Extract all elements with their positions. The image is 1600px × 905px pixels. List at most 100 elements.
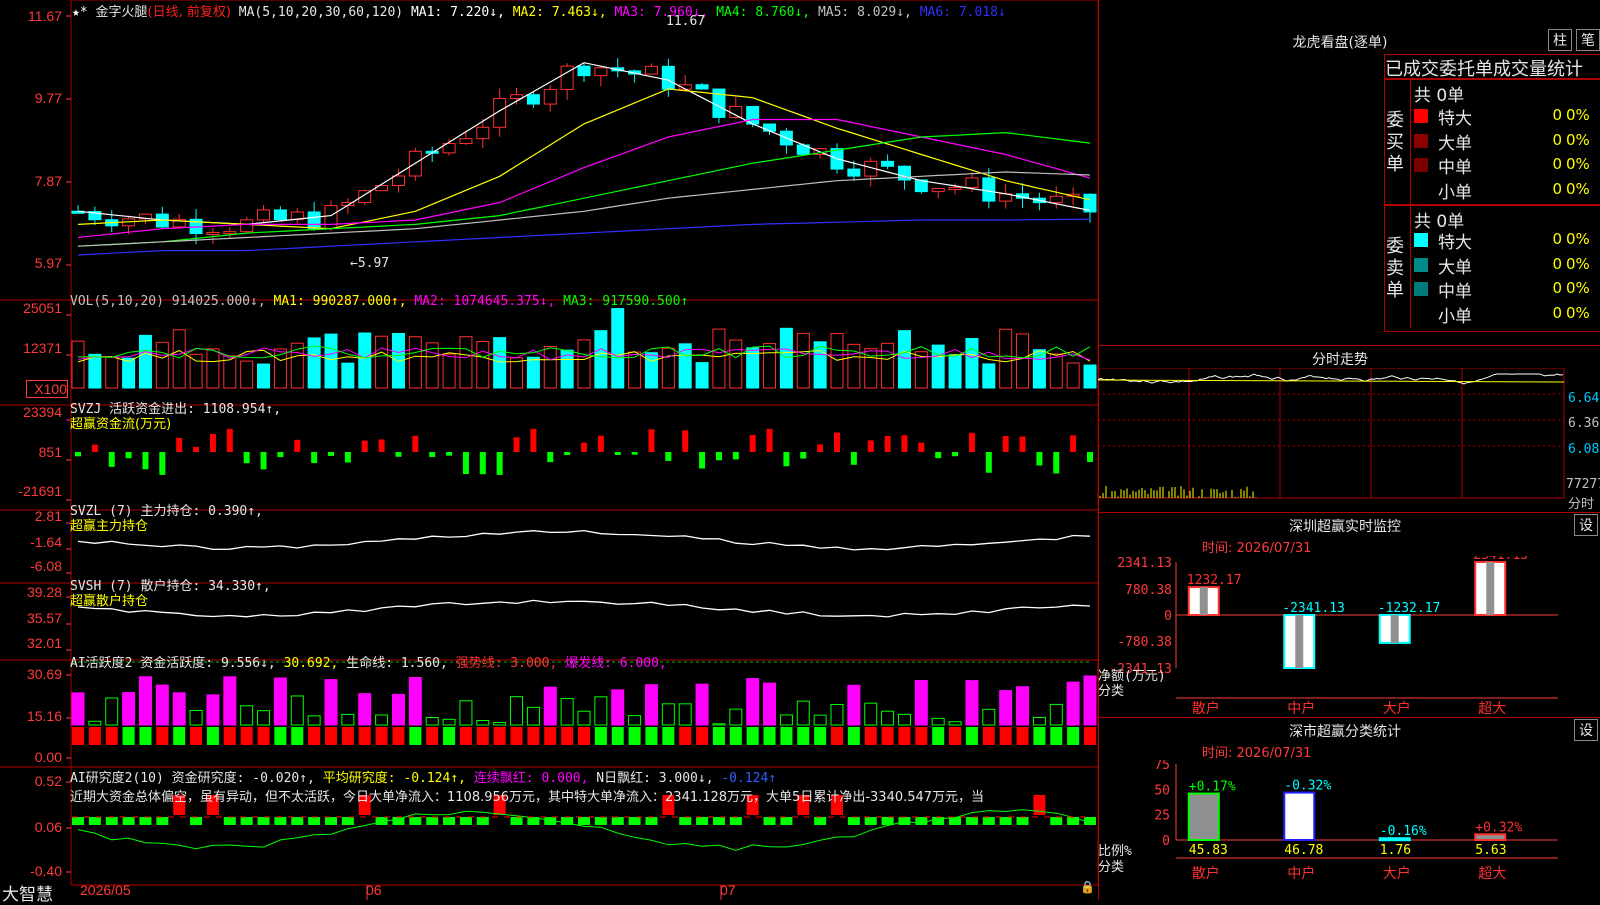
candle-body [476,126,490,140]
fund-flow-bar [361,440,368,452]
classify-change-label: -0.16% [1380,824,1427,839]
volume-bar [257,363,271,389]
ai-research-bar [696,817,709,825]
ai-active-bar [155,684,169,726]
volume-bar [982,363,996,389]
classify-value-label: 45.83 [1189,843,1228,858]
row-pct: 0% [1566,303,1590,322]
volume-bar [729,339,743,389]
ai-active-base [105,727,118,745]
fund-flow-bar [462,452,469,475]
ai-active-header-part-0: AI活跃度2 资金活跃度: 9.556↓, [70,656,276,671]
color-swatch [1414,158,1428,172]
volume-bar [1066,362,1080,389]
fund-flow-bar [749,435,756,452]
ai-active-base [476,727,489,745]
ma-spec: MA(5,10,20,30,60,120) [238,5,404,20]
color-swatch [1414,133,1428,148]
fund-flow-bar [142,452,149,470]
vol-header-part-3: MA3: 917590.500↑ [555,294,689,309]
intraday-tick-0: 6.64 [1568,391,1600,406]
fund-flow-bar [901,435,908,452]
fund-flow-bar [294,439,301,452]
ai-active-bar [442,718,456,726]
classify-change-label: -0.32% [1284,779,1331,794]
ai-active-base [999,727,1012,745]
ai-active-bar [813,714,827,726]
y-tick-vol-2: X100 [26,380,68,398]
classify-value-label: 5.63 [1475,843,1506,858]
monitor-y-tick: 0 [1164,609,1172,624]
volume-bar [1049,353,1063,389]
row-count: 0 [1552,303,1562,322]
lhb-stat-header[interactable]: 已成交委托单成交量统计 [1384,54,1600,80]
sz-classify-settings-button[interactable]: 设 [1574,719,1598,741]
candle-body [948,187,962,191]
volume-bar [594,330,608,389]
volume-bar [796,332,810,389]
fund-flow-bar [1087,452,1093,462]
classify-value-label: 1.76 [1380,843,1411,858]
ma-values: MA1: 7.220↓, MA2: 7.463↓, MA3: 7.960↓, M… [411,5,1006,20]
candle-body [763,123,777,132]
star-icon[interactable]: ★ [72,5,80,20]
classify-xlabel: 分类 [1098,860,1124,875]
ai-research-bar [325,817,337,825]
buy-row: 特大 0 0% [1414,104,1600,129]
volume-bar [442,353,456,389]
volume-bar [206,348,220,389]
classify-y-tick: 50 [1154,783,1170,798]
ai-active-bar [172,692,186,726]
ai-active-bar [425,717,439,726]
classify-top-border [1098,717,1600,718]
volume-bar [1083,364,1097,389]
ai-active-base [763,727,776,745]
ai-research-bar [763,817,776,825]
period-label: (日线, 前复权) [147,5,231,20]
volume-bar [105,356,119,389]
ai-active-bar [223,676,237,726]
volume-bar [172,329,186,389]
fund-flow-bar [479,452,486,475]
ai-active-bar [71,692,85,726]
volume-bar [510,357,524,389]
ai-research-bar [864,817,877,825]
volume-bar [493,337,507,389]
classify-ylabel: 比例% [1098,844,1132,859]
monitor-category-label: 中户 [1287,700,1315,714]
fund-flow-bar [1002,435,1009,452]
fund-flow-bar [985,452,992,473]
ma-line-MA2 [77,88,1091,230]
volume-bar [476,341,490,389]
monitor-top-border [1098,512,1600,513]
ai-active-bar [341,713,355,726]
kline-chart-area[interactable] [0,0,1098,900]
row-name: 大单 [1438,133,1472,154]
ai-research-bar [156,817,169,825]
ai-active-bar [307,715,321,726]
ai-active-bar [560,698,574,726]
volume-bar [88,353,102,389]
lock-icon[interactable]: 🔒 [1080,880,1095,894]
y-tick-svzj-2: -21691 [18,483,62,499]
ai-active-base [932,727,945,745]
monitor-value-label: 2341.13 [1473,556,1528,563]
volume-bar [712,328,726,389]
fund-flow-bar [715,452,722,461]
fund-flow-bar [328,452,334,456]
intraday-frame [1098,368,1565,499]
tick-view-button[interactable]: 笔 [1576,29,1600,51]
sz-monitor-settings-button[interactable]: 设 [1574,514,1598,536]
intraday-tick-1: 6.36 [1568,416,1600,431]
color-swatch [1414,257,1428,272]
row-count: 0 [1552,155,1562,173]
ai-research-bar [1016,817,1029,825]
fund-flow-bar [968,432,975,452]
intraday-chart[interactable] [1098,368,1600,510]
ai-active-base [88,727,101,745]
volume-bar [122,357,136,389]
sz-classify-title: 深市超赢分类统计 [1289,724,1401,740]
ai-active-bar [678,703,692,726]
ai-active-bar [105,697,119,726]
bar-view-button[interactable]: 柱 [1548,29,1572,51]
